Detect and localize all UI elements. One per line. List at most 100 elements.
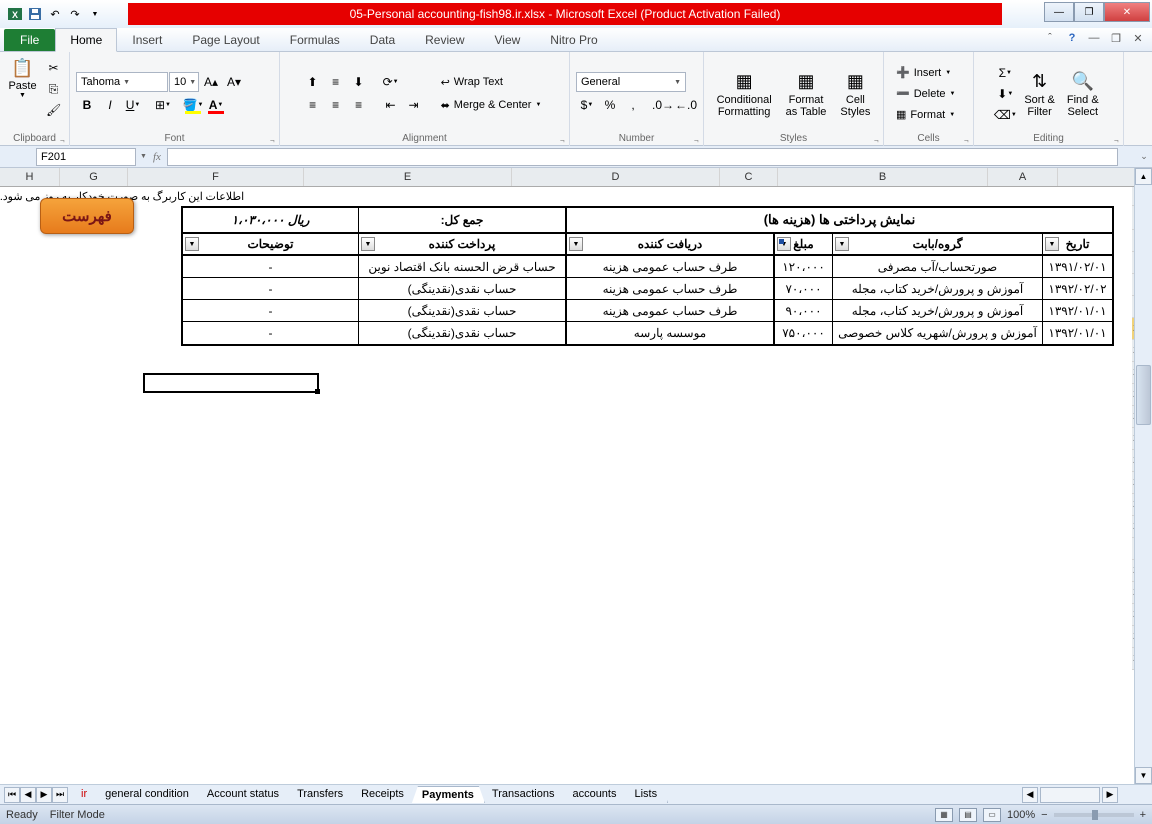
border-button[interactable]: ⊞▼ (152, 95, 174, 115)
font-name-dropdown[interactable]: Tahoma▼ (76, 72, 168, 92)
zoom-slider[interactable] (1054, 813, 1134, 817)
column-header-G[interactable]: G (60, 168, 128, 186)
sheet-tab-accounts[interactable]: accounts (562, 786, 627, 803)
column-header-D[interactable]: D (512, 168, 720, 186)
sheet-tab-general-condition[interactable]: general condition (95, 786, 200, 803)
mdi-restore-icon[interactable]: ❐ (1108, 30, 1124, 46)
help-icon[interactable]: ? (1064, 30, 1080, 46)
expand-formula-bar-icon[interactable]: ⌄ (1136, 151, 1152, 162)
bold-button[interactable]: B (76, 95, 98, 115)
font-color-button[interactable]: A▼ (205, 95, 227, 115)
conditional-formatting-button[interactable]: ▦Conditional Formatting (713, 68, 776, 120)
sheet-tab-receipts[interactable]: Receipts (351, 786, 415, 803)
hscroll-left[interactable]: ◀ (1022, 787, 1038, 803)
find-select-button[interactable]: 🔍Find & Select (1063, 68, 1103, 120)
tab-nitro-pro[interactable]: Nitro Pro (535, 28, 612, 51)
undo-icon[interactable]: ↶ (46, 5, 64, 23)
percent-button[interactable]: % (599, 95, 621, 115)
active-cell[interactable] (143, 373, 319, 393)
copy-button[interactable]: ⎘ (43, 79, 65, 99)
insert-cells-button[interactable]: ➕Insert▼ (890, 63, 957, 83)
shrink-font-button[interactable]: A▾ (223, 72, 245, 92)
align-bottom-button[interactable]: ⬇ (348, 72, 370, 92)
zoom-level[interactable]: 100% (1007, 809, 1035, 821)
format-cells-button[interactable]: ▦Format▼ (890, 105, 961, 125)
delete-cells-button[interactable]: ➖Delete▼ (890, 84, 961, 104)
paste-button[interactable]: 📋 Paste ▼ (4, 54, 40, 101)
clear-button[interactable]: ⌫▼ (994, 105, 1016, 125)
tab-formulas[interactable]: Formulas (275, 28, 355, 51)
sheet-tab-ir[interactable]: ir (71, 786, 98, 803)
sheet-tab-payments[interactable]: Payments (412, 786, 485, 803)
format-as-table-button[interactable]: ▦Format as Table (782, 68, 831, 120)
align-right-button[interactable]: ≡ (348, 95, 370, 115)
tab-view[interactable]: View (480, 28, 536, 51)
font-size-dropdown[interactable]: 10▼ (169, 72, 199, 92)
align-left-button[interactable]: ≡ (302, 95, 324, 115)
tab-page-layout[interactable]: Page Layout (177, 28, 274, 51)
fx-icon[interactable]: fx (153, 151, 161, 163)
save-icon[interactable] (26, 5, 44, 23)
cell-styles-button[interactable]: ▦Cell Styles (836, 68, 874, 120)
table-row[interactable]: ۱۳۹۲/۰۱/۰۱آموزش و پرورش/شهریه کلاس خصوصی… (183, 322, 1112, 344)
redo-icon[interactable]: ↷ (66, 5, 84, 23)
merge-center-button[interactable]: ⬌Merge & Center▼ (435, 95, 548, 115)
sheet-tab-transactions[interactable]: Transactions (482, 786, 566, 803)
name-box[interactable]: F201 (36, 148, 136, 166)
sort-filter-button[interactable]: ⇅Sort & Filter (1020, 68, 1059, 120)
tab-data[interactable]: Data (355, 28, 410, 51)
vertical-scrollbar[interactable]: ▲ ▼ (1134, 168, 1152, 784)
align-middle-button[interactable]: ≡ (325, 72, 347, 92)
autosum-button[interactable]: Σ▼ (994, 63, 1016, 83)
increase-decimal-button[interactable]: .0→ (652, 95, 674, 115)
zoom-in-button[interactable]: + (1140, 809, 1146, 821)
column-header-B[interactable]: B (778, 168, 988, 186)
column-header-F[interactable]: F (128, 168, 304, 186)
increase-indent-button[interactable]: ⇥ (403, 95, 425, 115)
cut-button[interactable]: ✂ (43, 58, 65, 78)
column-header-A[interactable]: A (988, 168, 1058, 186)
hscroll-thumb[interactable] (1040, 787, 1100, 803)
tab-nav-prev[interactable]: ◀ (20, 787, 36, 803)
fill-color-button[interactable]: 🪣▼ (182, 95, 204, 115)
filter-receiver-button[interactable]: ▼ (569, 237, 583, 251)
page-layout-view-button[interactable]: ▤ (959, 808, 977, 822)
mdi-close-icon[interactable]: ✕ (1130, 30, 1146, 46)
filter-payer-button[interactable]: ▼ (361, 237, 375, 251)
wrap-text-button[interactable]: ↩Wrap Text (435, 72, 548, 92)
hscroll-right[interactable]: ▶ (1102, 787, 1118, 803)
formula-input[interactable] (167, 148, 1118, 166)
fill-button[interactable]: ⬇▼ (994, 84, 1016, 104)
table-row[interactable]: ۱۳۹۱/۰۲/۰۱صورتحساب/آب مصرفی۱۲۰،۰۰۰طرف حس… (183, 256, 1112, 278)
scroll-up-button[interactable]: ▲ (1135, 168, 1152, 185)
align-center-button[interactable]: ≡ (325, 95, 347, 115)
scroll-thumb[interactable] (1136, 365, 1151, 425)
close-button[interactable]: ✕ (1104, 2, 1150, 22)
minimize-ribbon-icon[interactable]: ˆ (1042, 30, 1058, 46)
tab-review[interactable]: Review (410, 28, 479, 51)
decrease-decimal-button[interactable]: ←.0 (675, 95, 697, 115)
tab-insert[interactable]: Insert (117, 28, 177, 51)
align-top-button[interactable]: ⬆ (302, 72, 324, 92)
grow-font-button[interactable]: A▴ (200, 72, 222, 92)
worksheet-grid[interactable]: HGFEDCBA اطلاعات این کاربرگ به صورت خودک… (0, 168, 1152, 784)
comma-button[interactable]: , (622, 95, 644, 115)
scroll-down-button[interactable]: ▼ (1135, 767, 1152, 784)
decrease-indent-button[interactable]: ⇤ (380, 95, 402, 115)
tab-nav-next[interactable]: ▶ (36, 787, 52, 803)
tab-home[interactable]: Home (55, 28, 117, 52)
normal-view-button[interactable]: ▦ (935, 808, 953, 822)
column-headers[interactable]: HGFEDCBA (0, 168, 1132, 187)
page-break-view-button[interactable]: ▭ (983, 808, 1001, 822)
table-row[interactable]: ۱۳۹۲/۰۲/۰۲آموزش و پرورش/خرید کتاب، مجله۷… (183, 278, 1112, 300)
column-header-H[interactable]: H (0, 168, 60, 186)
column-header-C[interactable]: C (720, 168, 778, 186)
sheet-tab-account-status[interactable]: Account status (197, 786, 290, 803)
number-format-dropdown[interactable]: General▼ (576, 72, 686, 92)
format-painter-button[interactable]: 🖌 (43, 100, 65, 120)
zoom-out-button[interactable]: − (1041, 809, 1047, 821)
column-header-E[interactable]: E (304, 168, 512, 186)
index-button[interactable]: فهرست (40, 198, 134, 234)
table-row[interactable]: ۱۳۹۲/۰۱/۰۱آموزش و پرورش/خرید کتاب، مجله۹… (183, 300, 1112, 322)
filter-category-button[interactable]: ▼ (835, 237, 849, 251)
